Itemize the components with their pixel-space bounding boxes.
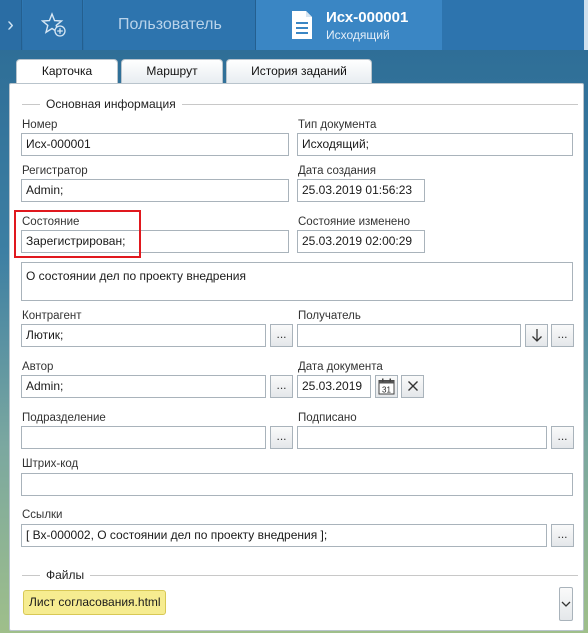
card-panel <box>9 83 584 631</box>
star-add-icon <box>41 12 66 37</box>
state-highlight-box <box>14 210 141 258</box>
document-icon <box>292 11 312 39</box>
recipient-select-button[interactable]: ... <box>551 324 574 347</box>
number-field[interactable]: Исх-000001 <box>21 133 289 156</box>
file-chip[interactable]: Лист согласования.html <box>23 590 166 615</box>
recipient-label: Получатель <box>298 310 361 322</box>
author-select-button[interactable]: ... <box>270 375 293 398</box>
files-divider <box>22 575 578 576</box>
section-main-title: Основная информация <box>40 97 182 111</box>
tab-task-history[interactable]: История заданий <box>226 59 372 83</box>
favorites-button[interactable] <box>23 0 83 50</box>
tab-card[interactable]: Карточка <box>16 59 118 83</box>
top-bar: › Пользователь Исх-000001 Исходящий <box>0 0 588 50</box>
counterparty-field[interactable]: Лютик; <box>21 324 266 347</box>
links-select-button[interactable]: ... <box>551 524 574 547</box>
chevron-right-icon[interactable]: › <box>0 0 22 50</box>
top-bar-filler <box>442 0 588 50</box>
registrar-field[interactable]: Admin; <box>21 179 289 202</box>
recipient-field[interactable] <box>297 324 521 347</box>
created-label: Дата создания <box>298 165 376 177</box>
section-files-title: Файлы <box>40 568 91 582</box>
signed-label: Подписано <box>298 412 357 424</box>
document-tab-title: Исх-000001 <box>326 9 409 26</box>
department-field[interactable] <box>21 426 266 449</box>
signed-select-button[interactable]: ... <box>551 426 574 449</box>
calendar-day: 31 <box>382 385 391 394</box>
doc-date-label: Дата документа <box>298 361 383 373</box>
chevron-down-icon <box>561 601 571 607</box>
calendar-button[interactable]: 31 <box>375 375 398 398</box>
number-label: Номер <box>22 119 58 131</box>
subject-field[interactable]: О состоянии дел по проекту внедрения <box>21 262 573 301</box>
document-tab-subtitle: Исходящий <box>326 28 390 42</box>
doc-date-field[interactable]: 25.03.2019 <box>297 375 371 398</box>
author-label: Автор <box>22 361 54 373</box>
barcode-label: Штрих-код <box>22 458 79 470</box>
state-changed-field[interactable]: 25.03.2019 02:00:29 <box>297 230 425 253</box>
arrow-down-icon <box>531 329 542 342</box>
close-icon <box>407 381 418 391</box>
doc-type-field[interactable]: Исходящий; <box>297 133 573 156</box>
recipient-add-button[interactable] <box>525 324 548 347</box>
calendar-icon: 31 <box>378 378 395 395</box>
department-select-button[interactable]: ... <box>270 426 293 449</box>
counterparty-select-button[interactable]: ... <box>270 324 293 347</box>
barcode-field[interactable] <box>21 473 573 496</box>
counterparty-label: Контрагент <box>22 310 82 322</box>
files-dropdown-button[interactable] <box>559 587 573 621</box>
author-field[interactable]: Admin; <box>21 375 266 398</box>
state-changed-label: Состояние изменено <box>298 216 411 228</box>
tab-user[interactable]: Пользователь <box>84 0 256 50</box>
doc-type-label: Тип документа <box>298 119 377 131</box>
clear-date-button[interactable] <box>401 375 424 398</box>
links-field[interactable]: [ Вх-000002, О состоянии дел по проекту … <box>21 524 547 547</box>
signed-field[interactable] <box>297 426 547 449</box>
department-label: Подразделение <box>22 412 106 424</box>
created-field[interactable]: 25.03.2019 01:56:23 <box>297 179 425 202</box>
registrar-label: Регистратор <box>22 165 88 177</box>
tab-document[interactable]: Исх-000001 Исходящий <box>256 0 442 50</box>
links-label: Ссылки <box>22 509 63 521</box>
tab-route[interactable]: Маршрут <box>121 59 223 83</box>
top-bar-edge <box>584 0 588 50</box>
